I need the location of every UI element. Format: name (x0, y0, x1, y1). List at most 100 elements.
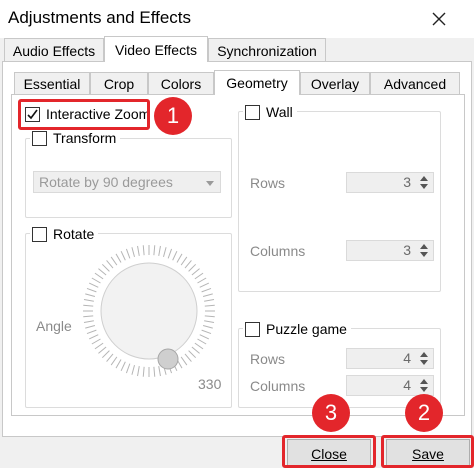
wall-group (238, 111, 441, 292)
step-badge-3: 3 (312, 394, 350, 432)
dial-tick (197, 338, 207, 345)
dial-tick (158, 366, 161, 377)
wall-columns-spinbox[interactable]: 3 (346, 240, 434, 261)
puzzle-checkbox[interactable] (245, 321, 260, 337)
angle-value: 330 (198, 376, 222, 392)
dial-tick (201, 329, 212, 335)
dial-tick (101, 263, 110, 272)
dial-tick (199, 282, 210, 288)
puzzle-rows-spinbox[interactable]: 4 (346, 348, 434, 369)
puzzle-label: Puzzle game (266, 321, 347, 337)
step-badge-2: 2 (405, 394, 443, 432)
dial-tick (202, 293, 213, 297)
angle-label: Angle (36, 318, 72, 334)
wall-checkbox-row[interactable]: Wall (243, 104, 297, 120)
dial-tick (163, 247, 167, 258)
puzzle-columns-spinbox[interactable]: 4 (346, 375, 434, 396)
puzzle-columns-label: Columns (250, 378, 306, 394)
dial-tick (153, 366, 156, 377)
wall-label: Wall (266, 104, 293, 120)
tab-video-effects[interactable]: Video Effects (104, 36, 208, 62)
dial-tick (131, 364, 135, 375)
dial-tick (188, 263, 197, 272)
dial-tick (184, 260, 192, 269)
dial-tick (91, 277, 101, 284)
chevron-down-icon (206, 181, 214, 186)
dial-tick (86, 287, 97, 293)
highlight-interactive-zoom (18, 99, 150, 130)
transform-dropdown[interactable]: Rotate by 90 degrees (33, 171, 221, 193)
dial-tick (94, 342, 104, 350)
dial-tick (98, 346, 107, 354)
dial-tick (86, 329, 97, 335)
spin-down-icon[interactable] (420, 360, 428, 365)
dial-tick (120, 250, 126, 261)
spin-down-icon[interactable] (420, 184, 428, 189)
dial-tick (194, 342, 204, 350)
dial-tick (194, 272, 204, 280)
transform-dropdown-value: Rotate by 90 degrees (39, 174, 173, 190)
dial-face (100, 262, 198, 360)
dial-tick (180, 256, 188, 266)
dial-tick (106, 353, 114, 362)
dial-tick (202, 325, 213, 329)
puzzle-rows-value: 4 (403, 350, 411, 366)
rotate-checkbox-row[interactable]: Rotate (30, 226, 99, 242)
spin-down-icon[interactable] (420, 387, 428, 392)
transform-checkbox-row[interactable]: Transform (30, 130, 121, 146)
dial-tick (115, 359, 122, 369)
dial-tick (106, 260, 114, 269)
dial-tick (110, 256, 118, 266)
step-badge-1: 1 (154, 97, 192, 135)
tab-colors[interactable]: Colors (148, 72, 214, 94)
tab-geometry[interactable]: Geometry (214, 70, 300, 95)
dial-tick (199, 334, 210, 340)
spin-up-icon[interactable] (420, 379, 428, 384)
wall-rows-label: Rows (250, 175, 286, 191)
puzzle-rows-label: Rows (250, 351, 286, 367)
tab-synchronization[interactable]: Synchronization (208, 38, 326, 62)
transform-checkbox[interactable] (32, 130, 47, 146)
dial-tick (120, 361, 126, 372)
puzzle-checkbox-row[interactable]: Puzzle game (243, 321, 351, 337)
tab-advanced[interactable]: Advanced (370, 72, 460, 94)
dial-tick (88, 282, 99, 288)
wall-columns-value: 3 (403, 242, 411, 258)
dial-knob[interactable] (157, 348, 179, 370)
close-window-button[interactable] (424, 4, 454, 34)
wall-rows-spinbox[interactable]: 3 (346, 172, 434, 193)
dial-tick (88, 334, 99, 340)
dial-tick (83, 315, 94, 318)
dial-tick (125, 248, 131, 259)
dial-tick (137, 366, 140, 377)
wall-rows-value: 3 (403, 174, 411, 190)
dial-tick (204, 320, 215, 323)
window-title: Adjustments and Effects (8, 8, 192, 27)
wall-checkbox[interactable] (245, 104, 260, 120)
rotate-checkbox[interactable] (32, 226, 47, 242)
dial-tick (184, 353, 192, 362)
puzzle-columns-value: 4 (403, 377, 411, 393)
dial-tick (201, 287, 212, 293)
dial-tick (142, 245, 145, 256)
spin-down-icon[interactable] (420, 252, 428, 257)
spin-up-icon[interactable] (420, 244, 428, 249)
tab-essential[interactable]: Essential (14, 72, 90, 94)
dial-tick (125, 363, 131, 374)
spin-up-icon[interactable] (420, 176, 428, 181)
dial-tick (172, 250, 178, 261)
rotation-dial[interactable] (80, 242, 218, 380)
tab-crop[interactable]: Crop (90, 72, 148, 94)
tab-audio-effects[interactable]: Audio Effects (4, 38, 104, 62)
rotate-label: Rotate (53, 226, 95, 242)
dial-tick (83, 299, 94, 302)
dial-tick (176, 253, 183, 263)
transform-label: Transform (53, 130, 117, 146)
dial-tick (85, 293, 96, 297)
spin-up-icon[interactable] (420, 352, 428, 357)
tab-overlay[interactable]: Overlay (300, 72, 370, 94)
highlight-save (381, 435, 474, 468)
dial-tick (83, 304, 94, 307)
dial-tick (180, 356, 188, 366)
dial-tick (137, 245, 140, 256)
